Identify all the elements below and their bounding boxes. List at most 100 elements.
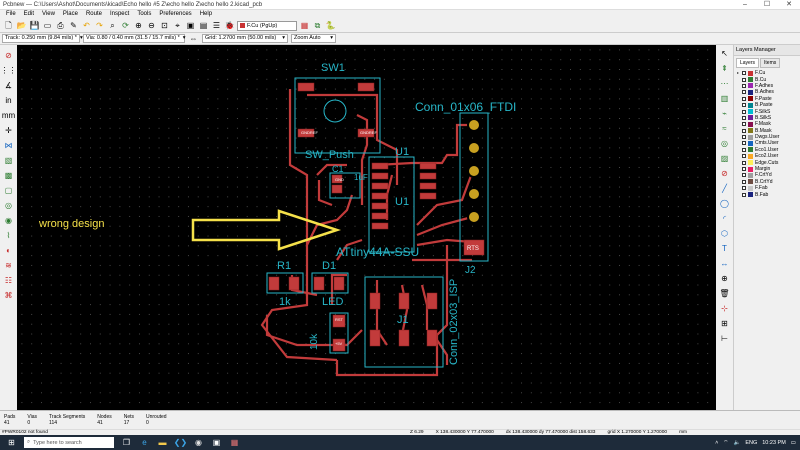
layer-color-swatch[interactable] [748,89,753,95]
search-icon[interactable]: ⌕ [107,20,118,31]
local-ratsnest-icon[interactable]: ⋯ [718,77,731,90]
delete-icon[interactable]: 🗑 [718,287,731,300]
layer-color-swatch[interactable] [748,115,753,121]
add-via-icon[interactable]: ◎ [718,137,731,150]
menu-preferences[interactable]: Preferences [155,10,195,19]
layer-visible-checkbox[interactable] [742,83,746,88]
undo-icon[interactable]: ↶ [81,20,92,31]
clock[interactable]: 10:23 PM [762,440,786,446]
volume-icon[interactable]: 🔈 [733,440,740,446]
tab-layers[interactable]: Layers [736,58,760,68]
route-diffpair-icon[interactable]: ≈ [718,122,731,135]
redo-icon[interactable]: ↷ [94,20,105,31]
auto-width-icon[interactable]: ⇔ [188,33,199,44]
layer-visible-checkbox[interactable] [742,167,746,172]
menu-view[interactable]: View [38,10,59,19]
footprint-viewer-icon[interactable]: ▤ [198,20,209,31]
layer-color-swatch[interactable] [748,96,753,102]
task-view-icon[interactable]: ❐ [121,438,132,448]
kicad-icon[interactable]: ▣ [211,438,222,448]
track-width-select[interactable]: Track: 0.250 mm (9.84 mils) * ▾ [2,34,83,43]
layer-visible-checkbox[interactable] [742,77,746,82]
zoom-fit-icon[interactable]: ⊡ [159,20,170,31]
layer-visible-checkbox[interactable] [742,141,746,146]
network-icon[interactable]: ⌔ [723,439,728,446]
menu-help[interactable]: Help [196,10,216,19]
grid-origin-icon[interactable]: ⊞ [718,317,731,330]
pcbnew-icon[interactable]: ▦ [229,438,240,448]
netlist-icon[interactable]: ☰ [211,20,222,31]
zone-outline-icon[interactable]: ▢ [2,184,15,197]
via-size-select[interactable]: Via: 0.80 / 0.40 mm (31.5 / 15.7 mils) *… [83,34,186,43]
layer-color-swatch[interactable] [748,166,753,172]
zoom-selection-icon[interactable]: ⌖ [172,20,183,31]
layer-color-swatch[interactable] [748,134,753,140]
layer-color-swatch[interactable] [748,185,753,191]
layer-visible-checkbox[interactable] [742,96,746,101]
via-sketch-icon[interactable]: ◉ [2,214,15,227]
layer-visible-checkbox[interactable] [742,135,746,140]
pad-sketch-icon[interactable]: ◎ [2,199,15,212]
measure-icon[interactable]: ⊢ [718,332,731,345]
layer-visible-checkbox[interactable] [742,160,746,165]
layer-color-swatch[interactable] [748,102,753,108]
track-sketch-icon[interactable]: ⌇ [2,229,15,242]
add-target-icon[interactable]: ⊕ [718,272,731,285]
menu-edit[interactable]: Edit [20,10,38,19]
menu-route[interactable]: Route [82,10,106,19]
refresh-icon[interactable]: ⟳ [120,20,131,31]
add-polygon-icon[interactable]: ⬡ [718,227,731,240]
route-track-icon[interactable]: ⌁ [718,107,731,120]
mm-units-icon[interactable]: mm [2,109,15,122]
layer-row[interactable]: B.Fab [737,191,800,198]
tab-items[interactable]: Items [760,58,781,68]
print-icon[interactable]: ⎙ [55,20,66,31]
select-icon[interactable]: ↖ [718,47,731,60]
layer-selector[interactable]: F.Cu (PgUp) [237,20,297,31]
open-icon[interactable]: 📂 [16,20,27,31]
plot-icon[interactable]: ✎ [68,20,79,31]
layer-color-swatch[interactable] [748,160,753,166]
zones-icon[interactable]: ▧ [2,154,15,167]
cursor-shape-icon[interactable]: ✛ [2,124,15,137]
microwave-icon[interactable]: ≋ [2,259,15,272]
add-text-icon[interactable]: T [718,242,731,255]
layer-color-swatch[interactable] [748,83,753,89]
layer-pair-icon[interactable]: ▦ [299,20,310,31]
menu-place[interactable]: Place [59,10,82,19]
layer-visible-checkbox[interactable] [742,173,746,178]
layer-color-swatch[interactable] [748,153,753,159]
add-zone-icon[interactable]: ▨ [718,152,731,165]
drc-off-icon[interactable]: ⊘ [2,49,15,62]
polar-coords-icon[interactable]: ∡ [2,79,15,92]
drill-origin-icon[interactable]: ⊹ [718,302,731,315]
new-board-icon[interactable]: 🗋 [3,20,14,31]
zoom-in-icon[interactable]: ⊕ [133,20,144,31]
grid-toggle-icon[interactable]: ⋮⋮ [1,64,17,77]
save-icon[interactable]: 💾 [29,20,40,31]
chrome-icon[interactable]: ◉ [193,438,204,448]
layer-color-swatch[interactable] [748,179,753,185]
layer-color-swatch[interactable] [748,192,753,198]
scripting-icon[interactable]: ⧉ [312,20,323,31]
layer-visible-checkbox[interactable] [742,154,746,159]
python-icon[interactable]: 🐍 [325,20,336,31]
add-dimension-icon[interactable]: ↔ [718,257,731,270]
zone-fill-icon[interactable]: ▩ [2,169,15,182]
taskbar-search[interactable]: ⌕ Type here to search [24,437,114,448]
close-icon[interactable]: ✕ [778,0,800,10]
chevron-up-icon[interactable]: ˄ [715,440,718,446]
ratsnest-icon[interactable]: ⋈ [2,139,15,152]
layer-visible-checkbox[interactable] [742,186,746,191]
layer-color-swatch[interactable] [748,77,753,83]
add-circle-icon[interactable]: ◯ [718,197,731,210]
windows-start-icon[interactable]: ⊞ [6,438,17,448]
menu-inspect[interactable]: Inspect [106,10,133,19]
drc-icon[interactable]: 🐞 [224,20,235,31]
layer-visible-checkbox[interactable] [742,122,746,127]
grid-select[interactable]: Grid: 1.2700 mm (50.00 mils) ▾ [202,34,288,43]
page-settings-icon[interactable]: ▭ [42,20,53,31]
file-explorer-icon[interactable]: ▬ [157,438,168,448]
notifications-icon[interactable]: ▭ [791,440,796,446]
layer-color-swatch[interactable] [748,121,753,127]
